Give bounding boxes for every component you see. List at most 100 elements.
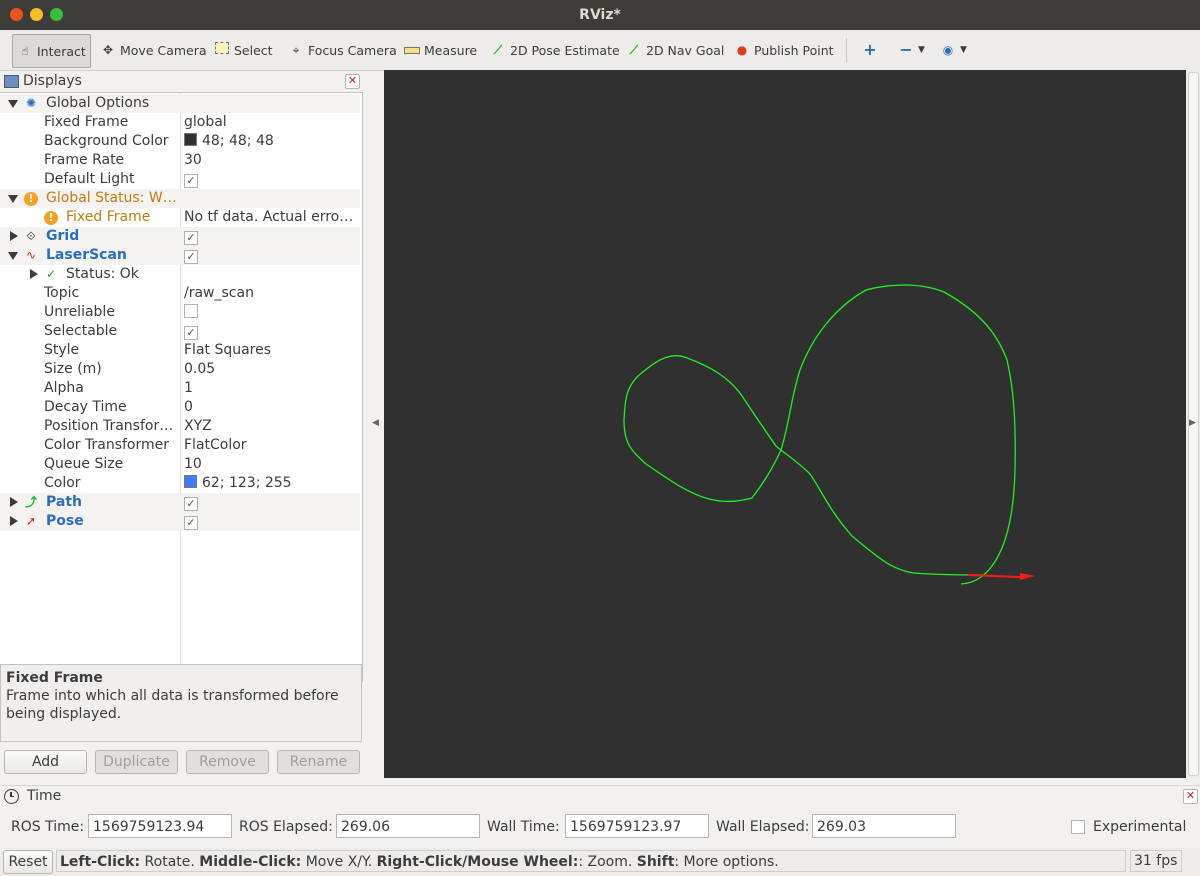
collapse-arrow-icon[interactable]: [10, 516, 18, 526]
time-panel: Time ✕ ROS Time: 1569759123.94 ROS Elaps…: [0, 785, 1200, 846]
tree-row-unreliable[interactable]: Unreliable: [0, 303, 360, 322]
tree-row-laserscan[interactable]: ∿ LaserScan ✓: [0, 246, 360, 265]
render-canvas: [623, 284, 1035, 585]
add-tool-button[interactable]: +: [858, 34, 886, 66]
move-camera-icon: ✥: [102, 43, 114, 57]
collapse-arrow-icon[interactable]: [30, 269, 38, 279]
tree-row-status-ok[interactable]: ✓ Status: Ok: [0, 265, 360, 284]
tree-row-fixed-frame[interactable]: Fixed Frame global: [0, 113, 360, 132]
frame-rate-key: Frame Rate: [44, 152, 125, 168]
collapse-arrow-icon[interactable]: [10, 497, 18, 507]
rename-display-button[interactable]: Rename: [277, 750, 360, 774]
nav-goal-tool[interactable]: ⟋ 2D Nav Goal: [622, 34, 728, 66]
topic-value[interactable]: /raw_scan: [184, 285, 358, 301]
selectable-key: Selectable: [44, 323, 118, 339]
expand-arrow-icon[interactable]: [8, 252, 18, 260]
color-swatch: [184, 133, 197, 146]
fixed-frame-key: Fixed Frame: [44, 114, 129, 130]
alpha-value[interactable]: 1: [184, 380, 358, 396]
status-text-move: Move X/Y.: [301, 854, 377, 870]
close-time-button[interactable]: ✕: [1183, 789, 1198, 804]
publish-point-tool[interactable]: ● Publish Point: [730, 34, 838, 66]
remove-display-button[interactable]: Remove: [186, 750, 269, 774]
experimental-label: Experimental: [1093, 819, 1187, 835]
render-viewport[interactable]: [384, 70, 1186, 778]
tree-row-grid[interactable]: ⟐ Grid ✓: [0, 227, 360, 246]
wall-elapsed-field[interactable]: 269.03: [812, 814, 956, 838]
measure-tool[interactable]: Measure: [400, 34, 481, 66]
collapse-arrow-icon[interactable]: [10, 231, 18, 241]
tree-row-decay-time[interactable]: Decay Time 0: [0, 398, 360, 417]
ruler-icon: [404, 42, 420, 58]
ros-time-field[interactable]: 1569759123.94: [88, 814, 232, 838]
duplicate-display-button[interactable]: Duplicate: [95, 750, 178, 774]
plus-icon: +: [863, 40, 877, 59]
laserscan-checkbox[interactable]: ✓: [184, 250, 198, 264]
displays-tree[interactable]: ✺ Global Options Fixed Frame global Back…: [0, 92, 363, 682]
tree-row-frame-rate[interactable]: Frame Rate 30: [0, 151, 360, 170]
tree-row-global-options[interactable]: ✺ Global Options: [0, 94, 360, 113]
tree-row-background-color[interactable]: Background Color 48; 48; 48: [0, 132, 360, 151]
path-icon: ⤴: [24, 495, 37, 509]
pose-estimate-tool[interactable]: ⟋ 2D Pose Estimate: [486, 34, 624, 66]
wall-time-label: Wall Time:: [487, 819, 560, 835]
move-camera-tool[interactable]: ✥ Move Camera: [96, 34, 211, 66]
view-menu-button[interactable]: ◉ ▼: [936, 34, 971, 66]
expand-arrow-icon[interactable]: [8, 100, 18, 108]
global-status-label: Global Status: W…: [46, 190, 177, 206]
size-key: Size (m): [44, 361, 102, 377]
tree-row-selectable[interactable]: Selectable ✓: [0, 322, 360, 341]
ros-elapsed-field[interactable]: 269.06: [336, 814, 480, 838]
grid-checkbox[interactable]: ✓: [184, 231, 198, 245]
background-color-value[interactable]: 48; 48; 48: [184, 133, 358, 149]
collapse-right-panel-icon[interactable]: ▶: [1189, 418, 1196, 428]
interact-tool[interactable]: ☝ Interact: [12, 34, 91, 68]
color-value[interactable]: 62; 123; 255: [184, 475, 358, 491]
style-value[interactable]: Flat Squares: [184, 342, 358, 358]
tree-row-size[interactable]: Size (m) 0.05: [0, 360, 360, 379]
tree-row-status-fixed-frame[interactable]: ! Fixed Frame No tf data. Actual erro…: [0, 208, 360, 227]
path-label: Path: [46, 494, 82, 510]
collapse-left-panel-icon[interactable]: ◀: [372, 418, 379, 428]
color-transformer-value[interactable]: FlatColor: [184, 437, 358, 453]
pose-checkbox[interactable]: ✓: [184, 516, 198, 530]
add-display-button[interactable]: Add: [4, 750, 87, 774]
tree-row-position-transformer[interactable]: Position Transfor… XYZ: [0, 417, 360, 436]
tree-row-pose[interactable]: ➚ Pose ✓: [0, 512, 360, 531]
close-displays-button[interactable]: ✕: [345, 74, 360, 89]
selectable-checkbox[interactable]: ✓: [184, 326, 198, 340]
select-icon: [214, 42, 230, 58]
hand-icon: ☝: [21, 44, 29, 58]
tree-row-default-light[interactable]: Default Light ✓: [0, 170, 360, 189]
tree-row-global-status[interactable]: ! Global Status: W…: [0, 189, 360, 208]
fixed-frame-value[interactable]: global: [184, 114, 358, 130]
reset-button[interactable]: Reset: [3, 850, 53, 874]
tree-row-path[interactable]: ⤴ Path ✓: [0, 493, 360, 512]
experimental-checkbox[interactable]: [1071, 820, 1085, 834]
focus-camera-tool[interactable]: ⌖ Focus Camera: [284, 34, 401, 66]
frame-rate-value[interactable]: 30: [184, 152, 358, 168]
grid-enabled: ✓: [184, 228, 358, 245]
tree-row-topic[interactable]: Topic /raw_scan: [0, 284, 360, 303]
position-transformer-key: Position Transfor…: [44, 418, 174, 434]
tree-row-alpha[interactable]: Alpha 1: [0, 379, 360, 398]
default-light-checkbox[interactable]: ✓: [184, 174, 198, 188]
decay-time-value[interactable]: 0: [184, 399, 358, 415]
position-transformer-value[interactable]: XYZ: [184, 418, 358, 434]
description-title: Fixed Frame: [6, 670, 103, 686]
tree-row-color-transformer[interactable]: Color Transformer FlatColor: [0, 436, 360, 455]
unreliable-checkbox[interactable]: [184, 304, 198, 318]
select-tool[interactable]: Select: [210, 34, 277, 66]
tree-row-style[interactable]: Style Flat Squares: [0, 341, 360, 360]
wall-time-field[interactable]: 1569759123.97: [565, 814, 709, 838]
path-checkbox[interactable]: ✓: [184, 497, 198, 511]
queue-size-value[interactable]: 10: [184, 456, 358, 472]
expand-arrow-icon[interactable]: [8, 195, 18, 203]
grid-label: Grid: [46, 228, 80, 244]
chevron-down-icon: ▼: [960, 45, 967, 55]
tree-row-color[interactable]: Color 62; 123; 255: [0, 474, 360, 493]
remove-tool-button[interactable]: − ▼: [894, 34, 929, 66]
unreliable-key: Unreliable: [44, 304, 115, 320]
tree-row-queue-size[interactable]: Queue Size 10: [0, 455, 360, 474]
size-value[interactable]: 0.05: [184, 361, 358, 377]
